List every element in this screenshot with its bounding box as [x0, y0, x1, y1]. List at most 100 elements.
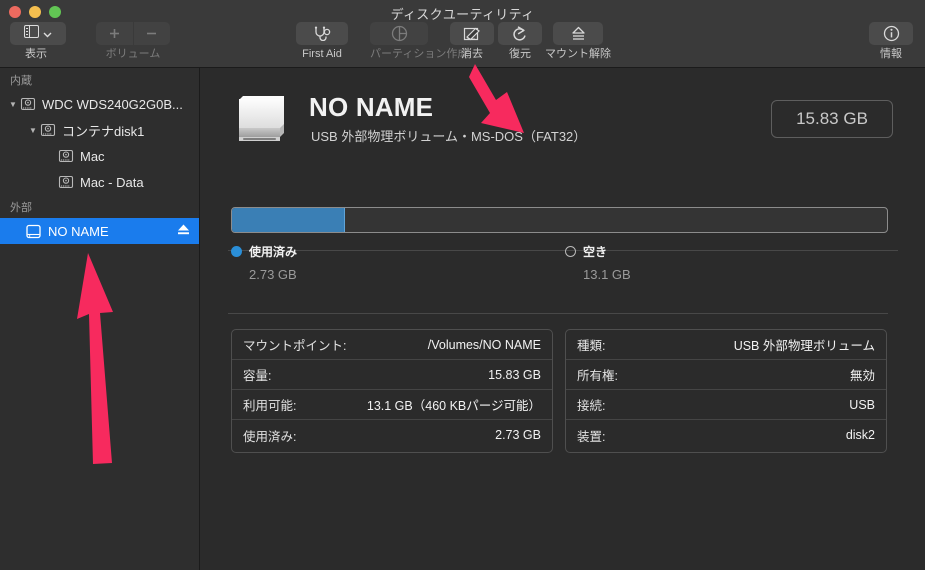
plus-icon — [109, 29, 119, 38]
erase-label: 消去 — [461, 48, 483, 60]
external-drive-large-icon — [229, 90, 291, 153]
erase-button[interactable] — [450, 22, 494, 45]
info-value: USB 外部物理ボリューム — [733, 339, 875, 353]
table-row: 所有権: 無効 — [566, 360, 886, 390]
stethoscope-icon — [314, 26, 331, 41]
eject-icon[interactable] — [177, 223, 190, 240]
main-content: NO NAME USB 外部物理ボリューム・MS-DOS（FAT32） 15.8… — [201, 68, 925, 570]
sidebar-item-container-disk1[interactable]: ▼ コンテナdisk1 — [0, 117, 199, 143]
table-row: 使用済み: 2.73 GB — [232, 420, 552, 450]
table-row: マウントポイント: /Volumes/NO NAME — [232, 330, 552, 360]
disclosure-triangle-icon[interactable]: ▼ — [6, 100, 20, 109]
table-row: 利用可能: 13.1 GB（460 KBパージ可能） — [232, 390, 552, 420]
minus-icon — [147, 32, 157, 35]
toolbar-unmount-group[interactable]: マウント解除 — [545, 22, 611, 61]
divider-top — [228, 250, 898, 251]
sidebar-item-no-name[interactable]: NO NAME — [0, 218, 199, 244]
toolbar: ディスクユーティリティ 表示 ボリューム First Aid パーティション作成… — [0, 0, 925, 68]
toolbar-erase-group[interactable]: 消去 — [450, 22, 494, 61]
add-volume-button — [96, 22, 133, 45]
free-swatch-icon[interactable] — [565, 246, 576, 257]
sidebar-item-label: Mac - Data — [80, 174, 144, 190]
info-key: 装置: — [577, 429, 606, 444]
divider-bottom — [228, 313, 888, 314]
volume-info-table-right: 種類: USB 外部物理ボリューム 所有権: 無効 接続: USB 装置: di… — [565, 329, 887, 453]
hard-disk-icon — [20, 96, 36, 112]
undo-arrow-icon — [513, 26, 526, 41]
first-aid-label: First Aid — [302, 48, 342, 60]
toolbar-view-group[interactable]: 表示 — [10, 22, 66, 61]
legend-free-value: 13.1 GB — [583, 267, 631, 282]
remove-volume-button — [132, 22, 170, 45]
legend-free-head: 空き — [565, 243, 631, 260]
sidebar[interactable]: 内蔵 ▼ WDC WDS240G2G0B... ▼ コンテナdisk1 Mac … — [0, 68, 200, 570]
toolbar-first-aid-group[interactable]: First Aid — [296, 22, 348, 61]
volume-header: NO NAME USB 外部物理ボリューム・MS-DOS（FAT32） 15.8… — [201, 68, 925, 172]
volume-info-table-left: マウントポイント: /Volumes/NO NAME 容量: 15.83 GB … — [231, 329, 553, 453]
info-value: USB — [849, 397, 875, 412]
volume-capacity-badge: 15.83 GB — [771, 100, 893, 138]
volume-segmented-control — [96, 22, 170, 45]
pie-chart-icon — [391, 25, 407, 42]
sidebar-section-internal-header: 内蔵 — [10, 75, 32, 87]
info-value: disk2 — [845, 428, 875, 442]
hard-disk-icon — [58, 148, 74, 164]
table-row: 容量: 15.83 GB — [232, 360, 552, 390]
chevron-down-icon — [43, 25, 52, 43]
toolbar-info-group[interactable]: 情報 — [869, 22, 913, 61]
info-key: 所有権: — [577, 369, 618, 383]
volume-group-label: ボリューム — [105, 48, 161, 60]
sidebar-item-label: WDC WDS240G2G0B... — [42, 96, 183, 112]
info-key: 種類: — [577, 339, 606, 353]
legend-used-label: 使用済み — [249, 245, 298, 259]
restore-label: 復元 — [509, 48, 531, 60]
info-key: 接続: — [577, 399, 606, 413]
window-title: ディスクユーティリティ — [390, 7, 535, 22]
info-key: 利用可能: — [243, 399, 297, 413]
view-button[interactable] — [10, 22, 66, 45]
info-button[interactable] — [869, 22, 913, 45]
hard-disk-icon — [58, 174, 74, 190]
info-circle-icon — [883, 25, 899, 42]
sidebar-item-wdc-disk[interactable]: ▼ WDC WDS240G2G0B... — [0, 91, 199, 117]
toolbar-restore-group[interactable]: 復元 — [498, 22, 542, 61]
info-key: 容量: — [243, 369, 272, 383]
disclosure-triangle-icon[interactable]: ▼ — [26, 126, 40, 135]
table-row: 種類: USB 外部物理ボリューム — [566, 330, 886, 360]
used-swatch-icon[interactable] — [231, 246, 242, 257]
legend-used[interactable]: 使用済み 2.73 GB — [231, 243, 297, 282]
unmount-button[interactable] — [553, 22, 603, 45]
sidebar-item-label: NO NAME — [48, 223, 109, 239]
legend-used-head: 使用済み — [231, 243, 297, 260]
disk-utility-window: ディスクユーティリティ 表示 ボリューム First Aid パーティション作成… — [0, 0, 925, 570]
sidebar-section-external-header: 外部 — [10, 202, 32, 214]
erase-pencil-icon — [463, 27, 480, 40]
info-value: 15.83 GB — [488, 367, 541, 382]
partition-button — [370, 22, 428, 45]
unmount-label: マウント解除 — [545, 48, 611, 60]
restore-button[interactable] — [498, 22, 542, 45]
legend-free[interactable]: 空き 13.1 GB — [565, 243, 631, 282]
legend-free-label: 空き — [583, 245, 608, 259]
info-key: マウントポイント: — [243, 339, 347, 353]
info-value: 13.1 GB（460 KBパージ可能） — [366, 399, 541, 413]
capacity-bar-used-segment — [232, 208, 345, 232]
capacity-bar — [231, 207, 888, 233]
first-aid-button[interactable] — [296, 22, 348, 45]
info-value: 2.73 GB — [495, 428, 541, 442]
toolbar-volume-group: ボリューム — [96, 22, 170, 61]
sidebar-item-mac-data[interactable]: Mac - Data — [0, 169, 199, 195]
volume-subtitle: USB 外部物理ボリューム・MS-DOS（FAT32） — [311, 129, 587, 144]
sidebar-item-label: Mac — [80, 148, 105, 164]
info-value: 無効 — [849, 369, 875, 383]
view-button-label: 表示 — [25, 48, 47, 60]
sidebar-layout-icon — [24, 24, 39, 43]
table-row: 接続: USB — [566, 390, 886, 420]
info-key: 使用済み: — [243, 429, 297, 444]
legend-used-value: 2.73 GB — [249, 267, 297, 282]
info-label: 情報 — [880, 48, 902, 60]
sidebar-item-mac[interactable]: Mac — [0, 143, 199, 169]
sidebar-item-label: コンテナdisk1 — [62, 123, 145, 139]
eject-icon — [571, 26, 585, 40]
table-row: 装置: disk2 — [566, 420, 886, 450]
